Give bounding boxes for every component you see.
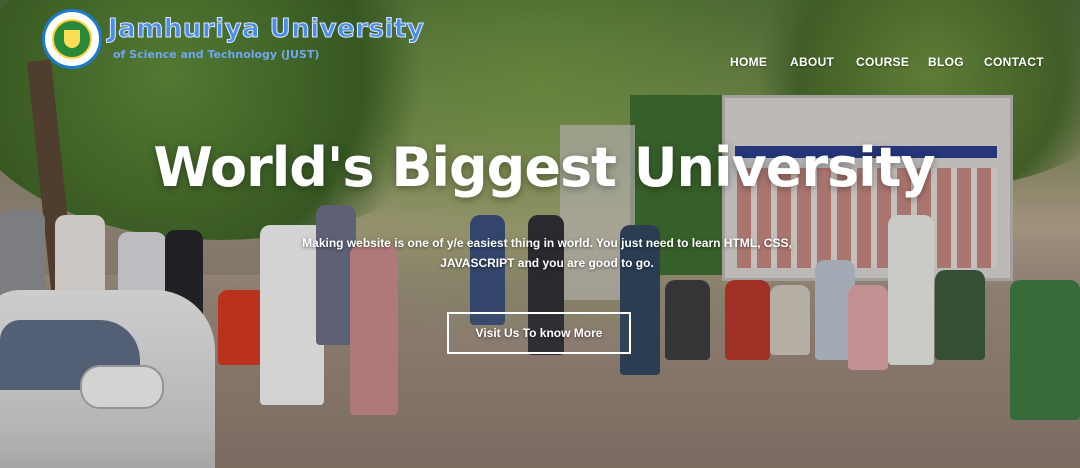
nav-course[interactable]: COURSE	[856, 55, 909, 69]
seal-inner	[52, 19, 92, 59]
nav-home[interactable]: HOME	[730, 55, 767, 69]
university-seal-icon[interactable]	[42, 9, 102, 69]
hero-section: Jamhuriya University of Science and Tech…	[0, 0, 1080, 468]
hero-description: Making website is one of y/e easiest thi…	[282, 233, 812, 273]
nav-about[interactable]: ABOUT	[790, 55, 834, 69]
hero-description-line-1: Making website is one of y/e easiest thi…	[302, 236, 792, 250]
hero-title: World's Biggest University	[153, 136, 935, 199]
nav-contact[interactable]: CONTACT	[984, 55, 1044, 69]
brand-name[interactable]: Jamhuriya University	[107, 14, 424, 45]
shield-icon	[64, 30, 80, 48]
visit-us-button[interactable]: Visit Us To know More	[447, 312, 631, 354]
hero-description-line-2: JAVASCRIPT and you are good to go.	[440, 256, 654, 270]
nav-blog[interactable]: BLOG	[928, 55, 964, 69]
brand-tagline: of Science and Technology (JUST)	[113, 48, 320, 61]
